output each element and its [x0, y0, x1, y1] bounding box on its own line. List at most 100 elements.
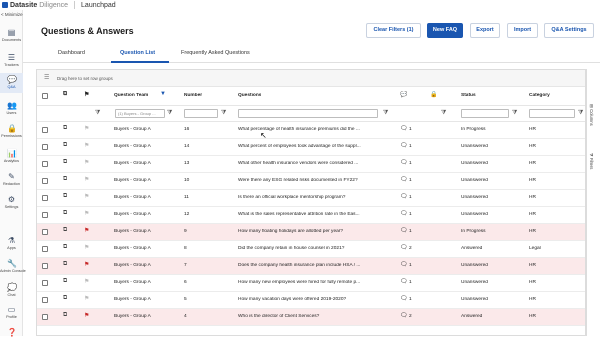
row-checkbox[interactable] — [42, 178, 48, 184]
row-checkbox[interactable] — [42, 314, 48, 320]
comment-icon[interactable]: 🗨 — [400, 159, 408, 166]
sidebar-item-q-a[interactable]: 💬 Q&A — [0, 73, 23, 93]
comment-icon[interactable]: 🗨 — [400, 278, 408, 285]
open-in-new-icon[interactable]: ⧉ — [63, 210, 67, 217]
table-row[interactable]: ⧉ ⚑ Buyers - Group A 12 What is the sales re… — [37, 207, 585, 224]
questions-filter-input[interactable] — [238, 109, 378, 118]
sidebar-item-redaction[interactable]: ✎ Redaction — [0, 170, 23, 190]
sidebar-item-users[interactable]: 👥 Users — [0, 99, 23, 119]
column-header-status[interactable]: Status — [461, 93, 476, 98]
comment-icon[interactable]: 🗨 — [400, 176, 408, 183]
question-cell[interactable]: Does the company health insurance plan i… — [238, 263, 388, 268]
category-filter-input[interactable] — [529, 109, 575, 118]
minimize-button[interactable]: < Minimize — [0, 12, 23, 17]
number-filter-input[interactable] — [184, 109, 218, 118]
question-cell[interactable]: Were there any ESG related risks documen… — [238, 178, 388, 183]
row-group-drop-zone[interactable]: ☰ Drag here to set row groups — [37, 70, 585, 87]
sidebar-item-apps[interactable]: ⚗ Apps — [0, 234, 23, 254]
new-faq-button[interactable]: New FAQ — [427, 23, 463, 38]
row-checkbox[interactable] — [42, 144, 48, 150]
open-in-new-icon[interactable]: ⧉ — [63, 125, 67, 132]
comment-icon[interactable]: 🗨 — [400, 125, 408, 132]
open-in-new-icon[interactable]: ⧉ — [63, 227, 67, 234]
team-filter-input[interactable]: (1) Buyers - Group ... — [115, 109, 165, 118]
sidebar-item-documents[interactable]: ▤ Documents — [0, 26, 23, 46]
sidebar-item-trackers[interactable]: ☰ Trackers — [0, 51, 23, 71]
sidebar-item-chat[interactable]: 💭 Chat — [0, 281, 23, 301]
question-cell[interactable]: Is there an official workplace mentorshi… — [238, 195, 388, 200]
flag-icon[interactable]: ⚑ — [84, 176, 89, 183]
open-in-new-icon[interactable]: ⧉ — [63, 193, 67, 200]
comment-icon[interactable]: 🗨 — [400, 244, 408, 251]
question-cell[interactable]: How many new employees were hired for fu… — [238, 280, 388, 285]
filters-panel-toggle[interactable]: ⧩ Filters — [589, 153, 594, 169]
tab-faq[interactable]: Frequently Asked Questions — [181, 50, 250, 56]
launchpad-link[interactable]: Launchpad — [81, 2, 116, 9]
flag-icon[interactable]: ⚑ — [84, 142, 89, 149]
tab-dashboard[interactable]: Dashboard — [58, 50, 85, 56]
flag-icon[interactable]: ⚑ — [84, 295, 89, 302]
sidebar-item-analytics[interactable]: 📊 Analytics — [0, 147, 23, 167]
comment-icon[interactable]: 🗨 — [400, 210, 408, 217]
flag-icon[interactable]: ⚑ — [84, 159, 89, 166]
sidebar-item-settings[interactable]: ⚙ Settings — [0, 193, 23, 213]
datasite-logo[interactable]: Datasite Diligence — [2, 2, 68, 9]
flag-icon[interactable]: ⚑ — [84, 244, 89, 251]
flag-icon[interactable]: ⚑ — [84, 125, 89, 132]
table-row[interactable]: ⧉ ⚑ Buyers - Group A 14 What percent of empl… — [37, 139, 585, 156]
open-in-new-icon[interactable]: ⧉ — [63, 295, 67, 302]
table-row[interactable]: ⧉ ⚑ Buyers - Group A 4 Who is the director o… — [37, 309, 585, 326]
import-button[interactable]: Import — [507, 23, 538, 38]
comment-icon[interactable]: 🗨 — [400, 193, 408, 200]
open-in-new-icon[interactable]: ⧉ — [63, 278, 67, 285]
columns-panel-toggle[interactable]: ▥ Columns — [589, 103, 594, 126]
filter-icon[interactable]: ⧩ — [512, 110, 517, 117]
row-checkbox[interactable] — [42, 280, 48, 286]
table-row[interactable]: ⧉ ⚑ Buyers - Group A 16 What percentage of h… — [37, 122, 585, 139]
flag-icon[interactable]: ⚑ — [84, 210, 89, 217]
flag-icon[interactable]: ⚑ — [84, 227, 89, 234]
open-in-new-icon[interactable]: ⧉ — [63, 312, 67, 319]
tab-question-list[interactable]: Question List — [120, 50, 155, 56]
filter-icon[interactable]: ⧩ — [95, 110, 100, 117]
table-row[interactable]: ⧉ ⚑ Buyers - Group A 10 Were there any ESG r… — [37, 173, 585, 190]
row-checkbox[interactable] — [42, 246, 48, 252]
column-header-questions[interactable]: Questions — [238, 93, 261, 98]
flag-icon[interactable]: ⚑ — [84, 312, 89, 319]
table-row[interactable]: ⧉ ⚑ Buyers - Group A 8 Did the company retai… — [37, 241, 585, 258]
sidebar-item-help[interactable]: ❓ — [0, 326, 23, 346]
row-checkbox[interactable] — [42, 161, 48, 167]
sidebar-item-permissions[interactable]: 🔒 Permissions — [0, 122, 23, 142]
row-checkbox[interactable] — [42, 212, 48, 218]
question-cell[interactable]: What other health insurance vendors were… — [238, 161, 388, 166]
row-checkbox[interactable] — [42, 297, 48, 303]
open-in-new-icon[interactable]: ⧉ — [63, 244, 67, 251]
comment-icon[interactable]: 🗨 — [400, 142, 408, 149]
question-cell[interactable]: What is the sales representative attriti… — [238, 212, 388, 217]
filter-icon[interactable]: ⧩ — [167, 110, 172, 117]
select-all-checkbox[interactable] — [42, 93, 48, 99]
row-checkbox[interactable] — [42, 263, 48, 269]
filter-icon[interactable]: ⧩ — [441, 110, 446, 117]
question-cell[interactable]: How many floating holidays are allotted … — [238, 229, 388, 234]
clear-filters-button[interactable]: Clear Filters (1) — [366, 23, 421, 38]
row-checkbox[interactable] — [42, 127, 48, 133]
question-cell[interactable]: What percent of employees took advantage… — [238, 144, 388, 149]
sidebar-item-profile[interactable]: ▭ Profile — [0, 303, 23, 323]
open-in-new-icon[interactable]: ⧉ — [63, 176, 67, 183]
column-header-question-team[interactable]: Question Team — [114, 93, 148, 98]
team-filter-active-icon[interactable]: ▼ — [160, 91, 166, 97]
status-filter-input[interactable] — [461, 109, 509, 118]
comment-icon[interactable]: 🗨 — [400, 295, 408, 302]
table-row[interactable]: ⧉ ⚑ Buyers - Group A 5 How many vacation day… — [37, 292, 585, 309]
column-header-number[interactable]: Number — [184, 93, 202, 98]
flag-icon[interactable]: ⚑ — [84, 261, 89, 268]
open-in-new-icon[interactable]: ⧉ — [63, 159, 67, 166]
export-button[interactable]: Export — [470, 23, 500, 38]
question-cell[interactable]: Did the company retain in house counsel … — [238, 246, 388, 251]
question-cell[interactable]: How many vacation days were offered 2019… — [238, 297, 388, 302]
table-row[interactable]: ⧉ ⚑ Buyers - Group A 13 What other health in… — [37, 156, 585, 173]
open-in-new-icon[interactable]: ⧉ — [63, 261, 67, 268]
question-cell[interactable]: Who is the director of Client Services? — [238, 314, 388, 319]
flag-icon[interactable]: ⚑ — [84, 193, 89, 200]
